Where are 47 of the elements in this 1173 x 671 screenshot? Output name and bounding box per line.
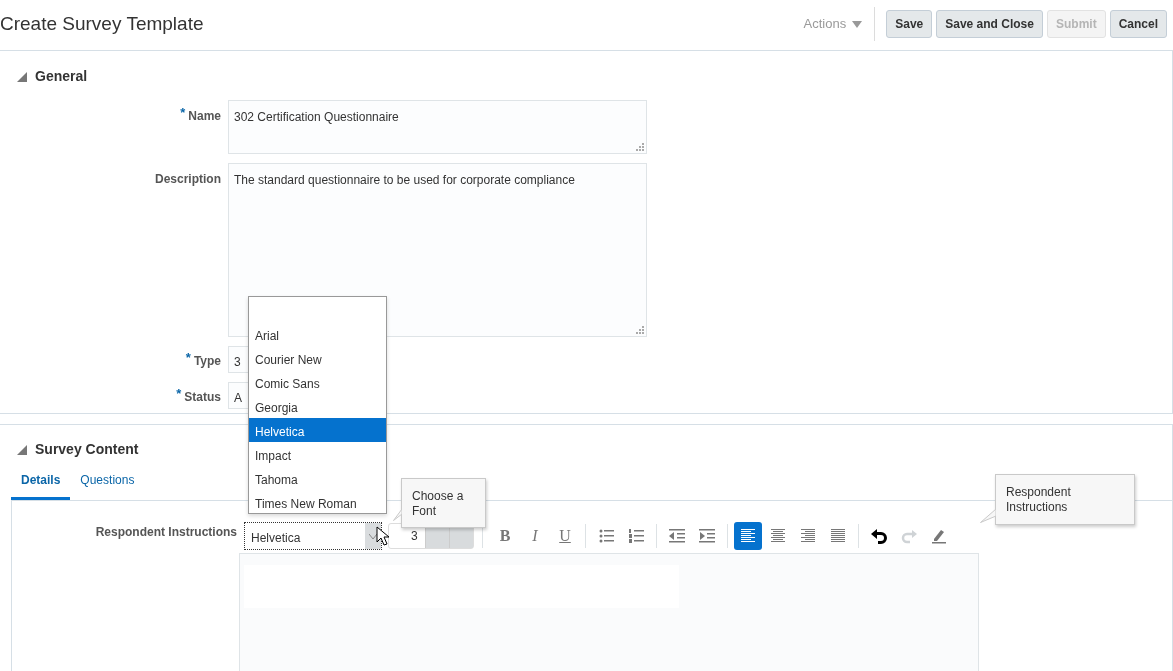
align-left-button[interactable] <box>734 522 762 550</box>
toolbar-button[interactable]: Cancel <box>1109 10 1167 38</box>
font-option[interactable]: Comic Sans <box>249 370 386 394</box>
section-title: General <box>35 67 88 86</box>
undo-icon <box>871 528 887 544</box>
justify-icon <box>830 528 846 544</box>
section-title: Survey Content <box>35 440 139 459</box>
tab[interactable]: Details <box>11 471 71 500</box>
field-label: Respondent Instructions <box>94 524 237 541</box>
numbers-icon <box>628 528 644 544</box>
tooltip-tail-icon <box>393 509 402 521</box>
text-area[interactable]: 302 Certification Questionnaire <box>228 100 647 154</box>
toolbar-button[interactable]: Save and Close <box>936 10 1043 38</box>
font-select[interactable]: Helvetica <box>244 522 382 550</box>
align-center-icon <box>770 528 786 544</box>
caret-icon <box>852 20 863 28</box>
font-option[interactable]: Courier New <box>249 346 386 370</box>
bold-button[interactable]: B <box>491 522 519 550</box>
font-option[interactable]: Tahoma <box>249 466 386 490</box>
tab[interactable]: Questions <box>70 471 145 500</box>
field-label: Status <box>184 389 221 406</box>
tooltip-tail-icon <box>980 509 996 523</box>
font-option[interactable]: Impact <box>249 442 386 466</box>
eraser-icon <box>931 528 947 544</box>
field-label: Description <box>155 171 221 188</box>
indent-icon <box>699 528 715 544</box>
field-label: Name <box>188 108 221 125</box>
toolbar-button[interactable]: Save <box>886 10 933 38</box>
chevron-icon <box>369 533 377 539</box>
required-mark: * <box>180 107 186 119</box>
underline-button[interactable]: U <box>551 522 579 550</box>
font-option[interactable]: Georgia <box>249 394 386 418</box>
outdent-icon <box>669 528 685 544</box>
required-mark: * <box>185 352 191 364</box>
bullets-icon <box>598 528 614 544</box>
resize-grip-icon <box>636 143 644 151</box>
italic-button[interactable]: I <box>521 522 549 550</box>
page-title: Create Survey Template <box>0 11 205 36</box>
mouse-pointer-icon <box>376 526 390 546</box>
required-mark: * <box>176 388 182 400</box>
align-right-icon <box>800 528 816 544</box>
align-left-icon <box>740 528 756 544</box>
redo-icon <box>901 528 917 544</box>
resize-grip-icon <box>636 326 644 334</box>
field-label: Type <box>193 353 221 370</box>
font-option[interactable]: Times New Roman <box>249 490 386 514</box>
font-option[interactable]: Helvetica <box>249 418 386 442</box>
